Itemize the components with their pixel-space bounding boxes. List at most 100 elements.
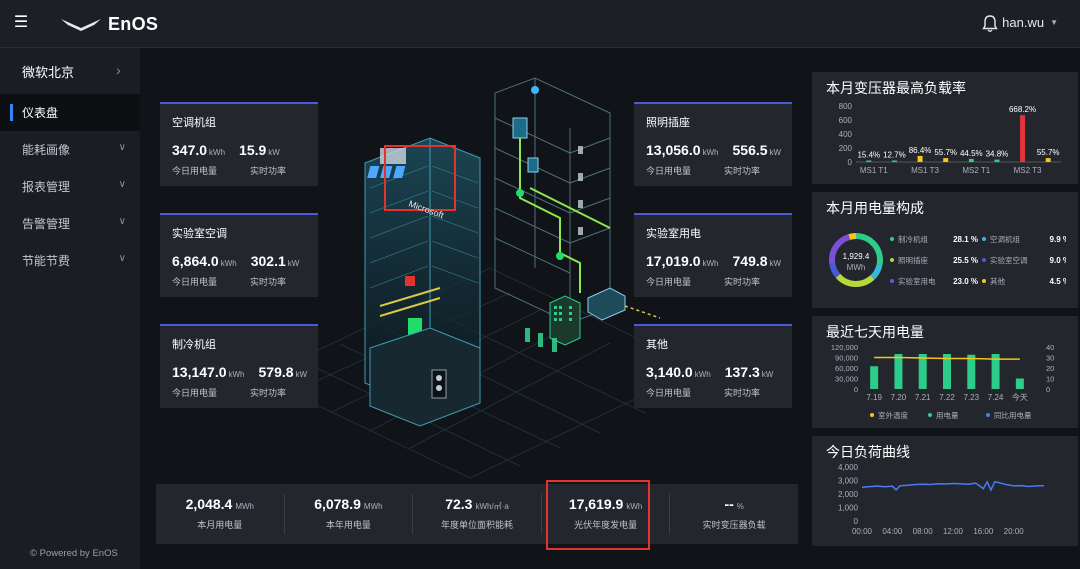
enos-logo[interactable]: EnOS: [60, 12, 158, 36]
site-selector[interactable]: 微软北京 ›: [0, 48, 140, 94]
legend-label: 空调机组: [990, 234, 1020, 244]
legend-dot: [982, 237, 986, 241]
y2-tick-label: 30: [1046, 354, 1054, 363]
data-label: 34.8%: [986, 150, 1009, 159]
metric-card-chiller[interactable]: 制冷机组 13,147.0 kWh 579.8 kW 今日用电量 实时功率: [160, 324, 318, 408]
legend-dot: [890, 258, 894, 262]
y-tick-label: 0: [854, 517, 859, 526]
x-tick-label: MS1 T3: [911, 166, 939, 175]
sidebar-item-label: 节能节费: [22, 254, 71, 268]
load-curve-chart: 4,000 3,000 2,000 1,000 000:00 04:00 08:00 12:0…: [838, 463, 1045, 536]
legend-dot: [870, 413, 874, 417]
y-tick-label: 200: [839, 144, 853, 153]
y-tick-label: 4,000: [838, 463, 859, 472]
metric-energy-label: 今日用电量: [646, 388, 692, 398]
pv-highlight-box: [546, 480, 650, 550]
metric-power-value: 302.1: [250, 253, 286, 269]
metric-power-unit: kW: [761, 370, 774, 379]
summary-value: 72.3: [445, 496, 473, 512]
summary-transformer-load[interactable]: --% 实时变压器负载: [670, 494, 798, 534]
sidebar-item-energy-saving[interactable]: 节能节费 ∨: [0, 242, 140, 279]
notification-bell-icon[interactable]: [982, 15, 998, 33]
metric-power-label: 实时功率: [250, 388, 287, 398]
panel-title: 最近七天用电量: [826, 324, 924, 340]
y2-tick-label: 0: [1046, 385, 1050, 394]
sidebar-item-dashboard[interactable]: 仪表盘: [0, 94, 140, 131]
legend-label: 制冷机组: [898, 234, 928, 244]
hamburger-menu-icon[interactable]: ☰: [12, 14, 30, 32]
metric-title: 制冷机组: [172, 339, 216, 351]
metric-power-label: 实时功率: [724, 277, 761, 287]
sidebar-nav: 仪表盘 能耗画像 ∨ 报表管理 ∨ 告警管理 ∨ 节能节费 ∨: [0, 94, 140, 279]
bar: [968, 158, 974, 162]
data-label: 55.7%: [1037, 148, 1060, 157]
bar: [918, 354, 927, 389]
metric-energy-value: 6,864.0: [172, 253, 219, 269]
sidebar-item-label: 报表管理: [22, 180, 71, 194]
bar: [917, 155, 923, 162]
chevron-down-icon: ∨: [118, 179, 126, 190]
legend-value: 23.0 %: [953, 277, 978, 286]
summary-month-energy[interactable]: 2,048.4 MWh 本月用电量: [156, 494, 285, 534]
metric-card-ahu[interactable]: 空调机组 347.0 kWh 15.9 kW 今日用电量 实时功率: [160, 102, 318, 186]
transformer-load-panel: 本月变压器最高负载率 800 600 400 200 0 15.4% 12.7% 86.4% 5…: [812, 72, 1078, 184]
metric-power-label: 实时功率: [724, 166, 761, 176]
pie-slice: [829, 263, 841, 278]
load-line: [861, 480, 1045, 492]
metric-energy-unit: kWh: [228, 370, 245, 379]
legend-label: 实验室空调: [990, 255, 1028, 265]
metric-card-lab-ac[interactable]: 实验室空调 6,864.0 kWh 302.1 kW 今日用电量 实时功率: [160, 213, 318, 297]
metric-energy-label: 今日用电量: [646, 277, 692, 287]
sidebar-item-reports[interactable]: 报表管理 ∨: [0, 168, 140, 205]
summary-energy-intensity[interactable]: 72.3 kWh/㎡·a 年度单位面积能耗: [413, 494, 542, 534]
metric-power-label: 实时功率: [250, 277, 287, 287]
x-tick-label: 08:00: [913, 527, 934, 536]
x-tick-label: 12:00: [943, 527, 964, 536]
y-tick-label: 0: [854, 385, 858, 394]
metric-energy-value: 347.0: [172, 142, 208, 158]
bar: [967, 354, 976, 389]
meter-cabinet: [431, 369, 447, 399]
antenna-beacon: [531, 86, 539, 94]
x-tick-label: MS2 T1: [962, 166, 990, 175]
bar: [891, 160, 897, 162]
data-label: 15.4%: [857, 151, 880, 160]
data-label: 55.7%: [934, 148, 957, 157]
sidebar-item-alarms[interactable]: 告警管理 ∨: [0, 205, 140, 242]
y-tick-label: 90,000: [835, 354, 858, 363]
x-tick-label: 7.21: [915, 393, 931, 402]
metric-power-value: 556.5: [732, 142, 768, 158]
legend-label: 同比用电量: [994, 410, 1032, 420]
bar: [870, 366, 879, 389]
panel-title: 本月变压器最高负载率: [826, 80, 966, 96]
summary-label: 年度单位面积能耗: [440, 520, 513, 530]
metric-energy-value: 17,019.0: [646, 253, 701, 269]
legend-value: 9.0 %: [1050, 256, 1066, 265]
legend-value: 25.5 %: [953, 256, 978, 265]
metric-card-lab-power[interactable]: 实验室用电 17,019.0 kWh 749.8 kW 今日用电量 实时功率: [634, 213, 792, 297]
chevron-down-icon: ∨: [118, 142, 126, 153]
y-tick-label: 1,000: [838, 504, 859, 513]
metric-card-lighting[interactable]: 照明插座 13,056.0 kWh 556.5 kW 今日用电量 实时功率: [634, 102, 792, 186]
metric-power-value: 15.9: [239, 142, 267, 158]
data-label: 12.7%: [883, 151, 906, 160]
metric-power-label: 实时功率: [724, 388, 761, 398]
top-bar: ☰ EnOS han.wu ▼: [0, 0, 1080, 48]
sidebar-item-label: 能耗画像: [22, 143, 71, 157]
summary-year-energy[interactable]: 6,078.9 MWh 本年用电量: [285, 494, 414, 534]
summary-unit: kWh/㎡·a: [475, 502, 509, 511]
x-tick-label: 7.22: [939, 393, 955, 402]
x-tick-label: MS1 T1: [860, 166, 888, 175]
legend-label: 其他: [990, 276, 1005, 286]
sidebar-item-energy-profile[interactable]: 能耗画像 ∨: [0, 131, 140, 168]
x-tick-label: 7.23: [963, 393, 979, 402]
y-tick-label: 120,000: [831, 343, 858, 352]
metric-power-label: 实时功率: [250, 166, 287, 176]
user-menu[interactable]: han.wu ▼: [1002, 15, 1058, 30]
metric-card-other[interactable]: 其他 3,140.0 kWh 137.3 kW 今日用电量 实时功率: [634, 324, 792, 408]
y-tick-label: 2,000: [838, 490, 859, 499]
metric-power-value: 749.8: [732, 253, 768, 269]
main-content: Microsoft 空调机组 347.0 kWh 15.9 kW 今日用电量 实…: [140, 48, 1080, 569]
y-tick-label: 30,000: [835, 375, 858, 384]
metric-power-unit: kW: [287, 259, 300, 268]
